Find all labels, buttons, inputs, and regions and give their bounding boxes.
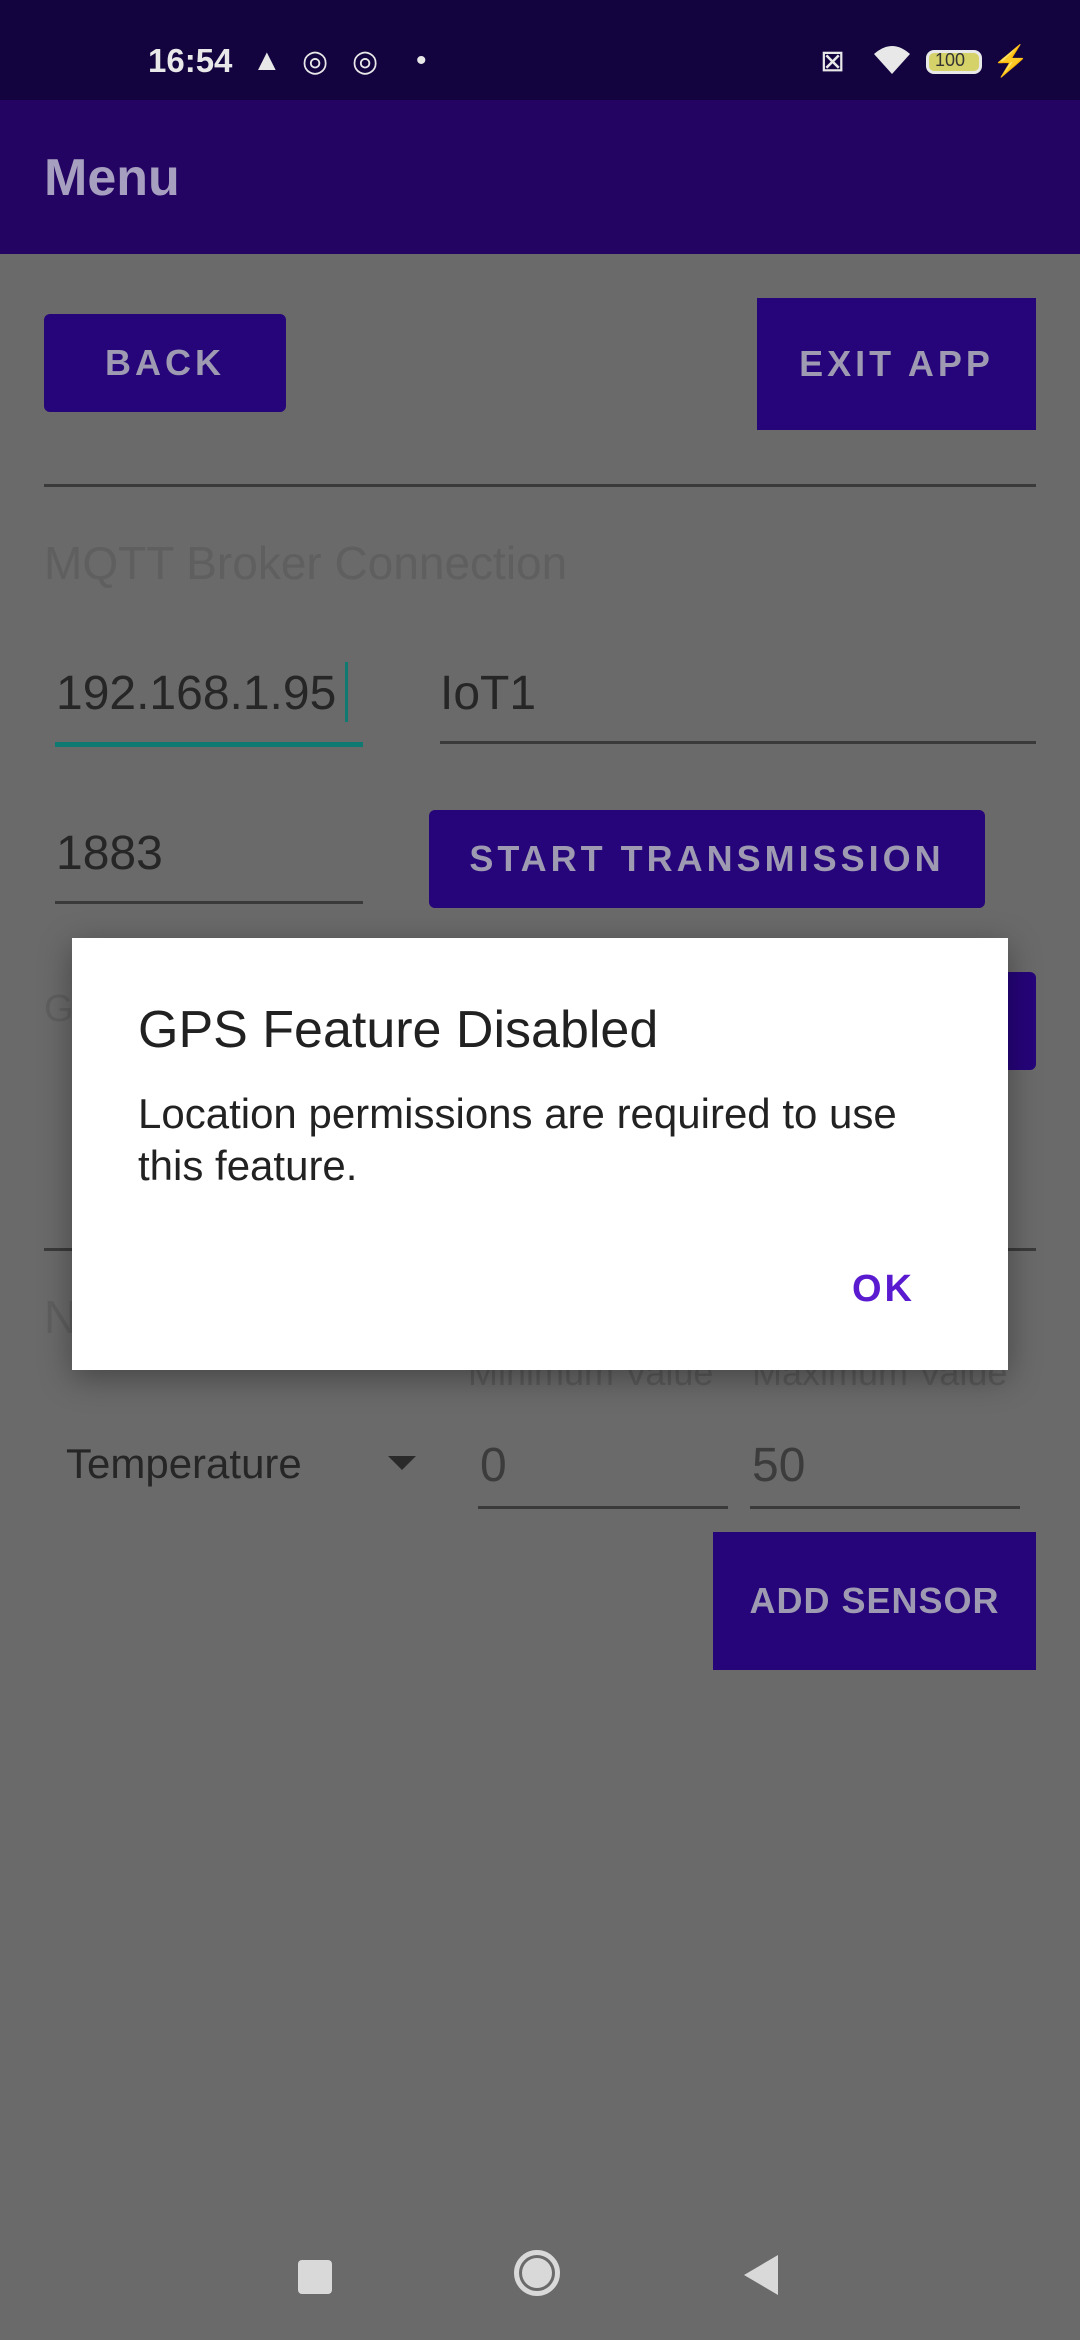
text-cursor [345, 662, 348, 722]
app-title: Menu [44, 149, 180, 207]
alert-icon: ▲ [252, 44, 282, 77]
port-field-underline [55, 901, 363, 904]
exit-app-button[interactable]: EXIT APP [757, 298, 1036, 430]
mqtt-section-title: MQTT Broker Connection [44, 537, 568, 589]
dialog-message: Location permissions are required to use… [138, 1090, 897, 1189]
app-bar: Menu [0, 100, 1080, 254]
sensor-type-dropdown[interactable]: Temperature [44, 1426, 424, 1506]
start-transmission-button[interactable]: START TRANSMISSION [429, 810, 985, 908]
charging-icon: ⚡ [992, 45, 1030, 78]
battery-level: 100 [935, 50, 966, 70]
ip-field-underline [55, 742, 363, 747]
sensor-type-selected: Temperature [66, 1440, 302, 1487]
status-time: 16:54 [148, 42, 233, 79]
dialog-title: GPS Feature Disabled [138, 1001, 659, 1059]
topic-field-underline [440, 741, 1036, 744]
topic-field[interactable]: IoT1 [440, 666, 536, 721]
at-icon: ◎ [302, 45, 329, 78]
at-icon: ◎ [352, 45, 379, 78]
sim-icon: ⊠ [820, 45, 846, 78]
port-field[interactable]: 1883 [56, 826, 163, 881]
status-bar: 16:54 ▲ ◎ ◎ • ⊠ 100 ⚡ [0, 0, 1080, 100]
home-button-inner [522, 2258, 552, 2288]
battery-icon: 100 [926, 50, 982, 74]
min-value-field[interactable]: 0 [480, 1438, 507, 1493]
back-button[interactable]: BACK [44, 314, 286, 412]
wifi-icon [872, 44, 912, 86]
back-nav-icon[interactable] [744, 2255, 778, 2295]
dropdown-arrow-icon [388, 1456, 416, 1470]
dialog-ok-button[interactable]: OK [852, 1268, 915, 1311]
max-field-underline [750, 1506, 1020, 1509]
ip-field[interactable]: 192.168.1.95 [56, 666, 336, 721]
min-field-underline [478, 1506, 728, 1509]
divider [44, 484, 1036, 487]
max-value-field[interactable]: 50 [752, 1438, 805, 1493]
dot-icon: • [416, 44, 427, 77]
gps-section-title: G [44, 988, 74, 1030]
gps-disabled-dialog: GPS Feature Disabled Location permission… [72, 938, 1008, 1370]
add-sensor-button[interactable]: ADD SENSOR [713, 1532, 1036, 1670]
recents-button-icon[interactable] [298, 2260, 332, 2294]
